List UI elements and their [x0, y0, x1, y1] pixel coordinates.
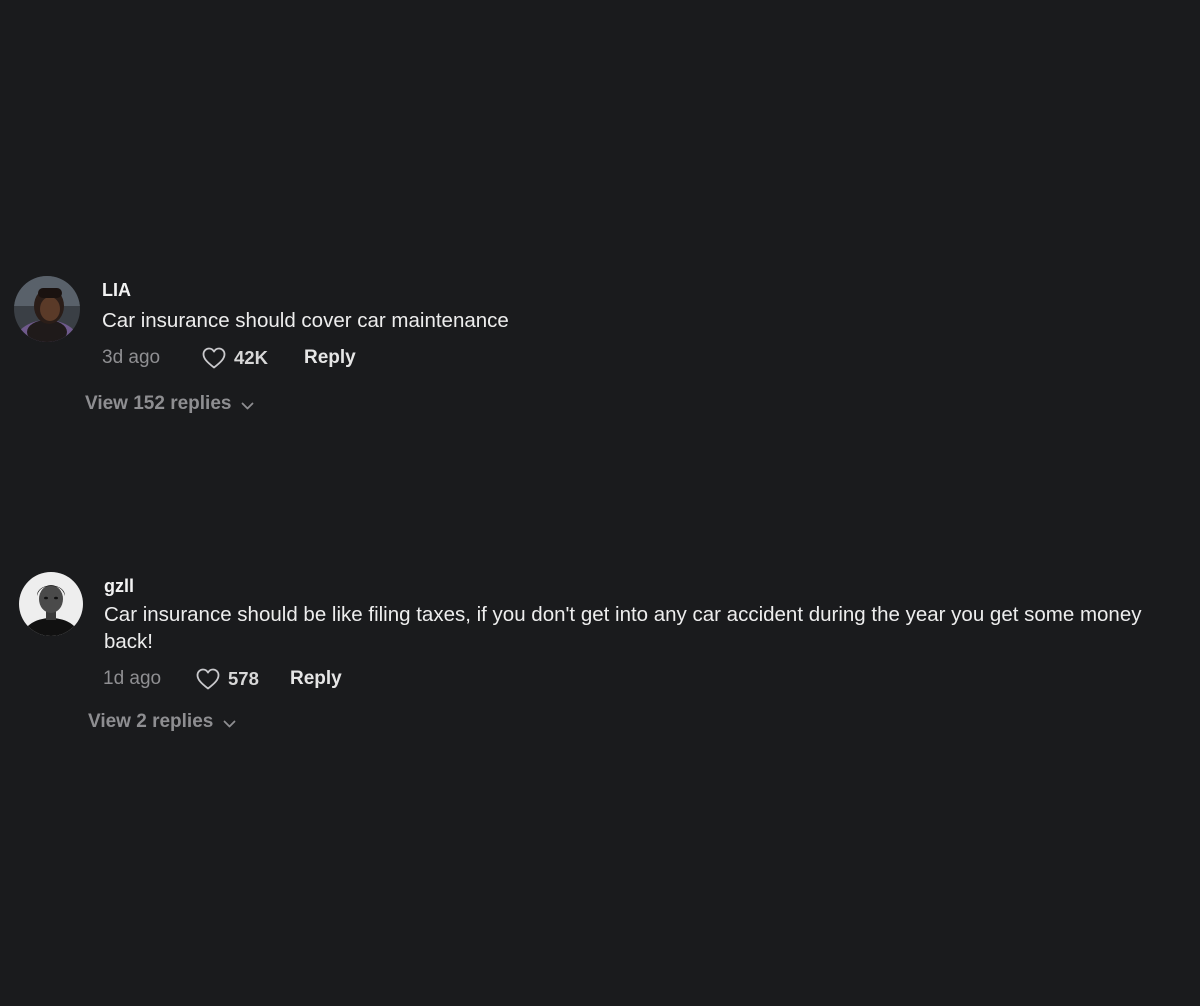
chevron-down-icon [242, 402, 254, 409]
comment-username[interactable]: LIA [102, 280, 131, 301]
avatar-image [14, 276, 80, 342]
like-button[interactable]: 578 [196, 667, 259, 691]
comment-timestamp: 1d ago [103, 668, 162, 689]
comment-meta: 3d ago 42K Reply [0, 346, 600, 372]
like-count: 42K [234, 347, 268, 368]
heart-outline-icon [202, 347, 226, 369]
view-replies-button[interactable]: View 2 replies [88, 711, 236, 733]
comment-timestamp: 3d ago [102, 347, 161, 368]
view-replies-button[interactable]: View 152 replies [85, 393, 254, 415]
comment-text: Car insurance should be like filing taxe… [104, 603, 1142, 653]
comment-username[interactable]: gzll [104, 576, 134, 597]
heart-outline-icon [196, 668, 220, 690]
chevron-down-icon [223, 720, 236, 727]
avatar[interactable] [14, 276, 80, 342]
view-replies-label: View 2 replies [88, 711, 214, 732]
like-button[interactable]: 42K [202, 346, 268, 370]
comment-text: Car insurance should cover car maintenan… [102, 309, 509, 332]
comment-meta: 1d ago 578 Reply [0, 667, 600, 693]
like-count: 578 [228, 668, 259, 689]
reply-button[interactable]: Reply [290, 667, 342, 691]
view-replies-label: View 152 replies [85, 393, 232, 414]
reply-button[interactable]: Reply [304, 346, 356, 370]
avatar-image [19, 572, 83, 636]
avatar[interactable] [19, 572, 83, 636]
